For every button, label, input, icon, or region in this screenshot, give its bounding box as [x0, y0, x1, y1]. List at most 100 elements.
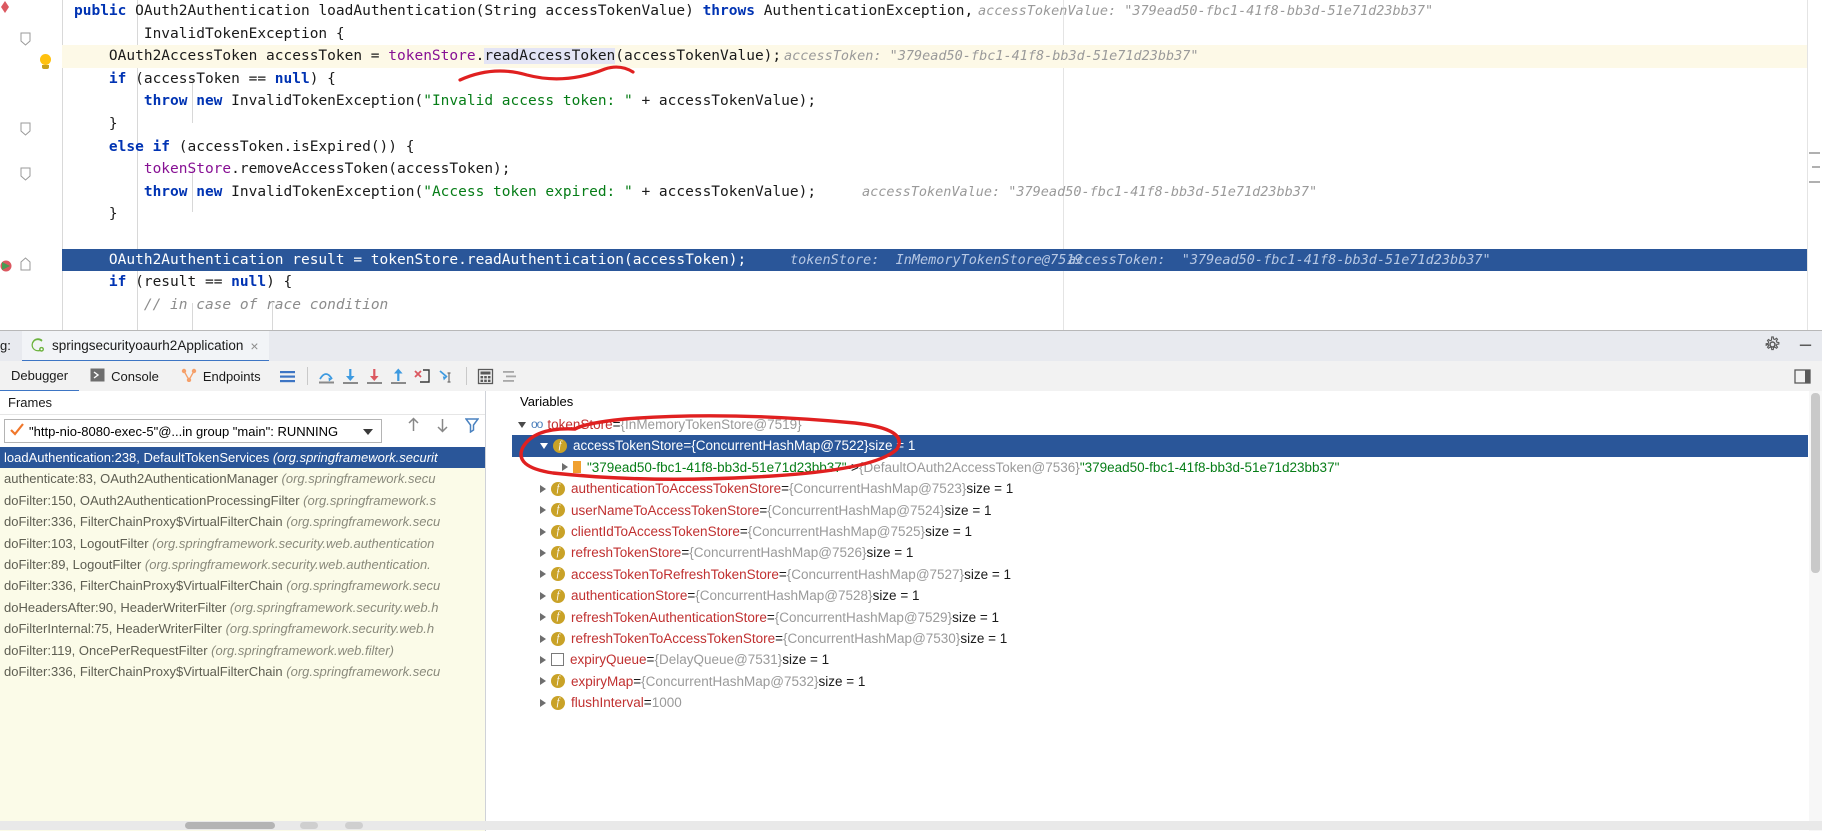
gear-icon[interactable] — [1764, 336, 1781, 356]
step-into-icon[interactable] — [339, 364, 363, 388]
code-fold-icon[interactable] — [20, 167, 31, 181]
debugger-toolbar[interactable]: Debugger Console Endpoints — [0, 361, 1822, 392]
chevron-right-icon[interactable] — [540, 655, 546, 664]
minimize-icon[interactable] — [1797, 336, 1814, 356]
bottom-scrollbar[interactable] — [0, 821, 1822, 830]
code-line[interactable]: throw new InvalidTokenException("Invalid… — [62, 90, 1822, 113]
code-line[interactable]: public OAuth2Authentication loadAuthenti… — [62, 0, 1822, 23]
frame-row[interactable]: doFilter:119, OncePerRequestFilter (org.… — [0, 640, 485, 661]
step-out-icon[interactable] — [387, 364, 411, 388]
chevron-down-icon[interactable] — [518, 421, 526, 428]
step-over-icon[interactable] — [315, 364, 339, 388]
code-lines[interactable]: public OAuth2Authentication loadAuthenti… — [62, 0, 1822, 330]
code-token: } — [74, 115, 118, 132]
chevron-right-icon[interactable] — [562, 463, 568, 472]
frames-side-actions[interactable] — [407, 417, 480, 436]
tab-console[interactable]: Console — [79, 362, 170, 391]
code-line[interactable]: // in case of race condition — [62, 294, 1822, 317]
frames-pane[interactable]: Frames "http-nio-8080-exec-5"@...in grou… — [0, 391, 486, 831]
run-to-cursor-icon[interactable] — [435, 364, 459, 388]
code-line[interactable]: OAuth2AccessToken accessToken = tokenSto… — [62, 45, 1822, 68]
settings-list-icon[interactable] — [498, 364, 522, 388]
code-line[interactable]: OAuth2Authentication result = tokenStore… — [62, 248, 1822, 272]
run-tabbar-actions[interactable] — [1764, 336, 1814, 356]
scrollbar-thumb[interactable] — [185, 822, 275, 829]
chevron-down-icon[interactable] — [363, 429, 373, 435]
arrow-down-icon[interactable] — [436, 417, 449, 436]
chevron-right-icon[interactable] — [540, 549, 546, 558]
code-fold-icon[interactable] — [20, 32, 31, 46]
variable-row[interactable]: f expiryMap = {ConcurrentHashMap@7532} si… — [512, 671, 1808, 692]
code-line[interactable]: } — [62, 203, 1822, 226]
run-tab-application[interactable]: springsecurityoaurh2Application × — [22, 331, 269, 362]
filter-icon[interactable] — [464, 417, 480, 436]
frame-row[interactable]: doFilter:150, OAuth2AuthenticationProces… — [0, 490, 485, 511]
frames-list[interactable]: loadAuthentication:238, DefaultTokenServ… — [0, 447, 485, 831]
variable-row[interactable]: expiryQueue = {DelayQueue@7531} size = 1 — [512, 649, 1808, 670]
close-icon[interactable]: × — [250, 338, 258, 354]
chevron-right-icon[interactable] — [540, 677, 546, 686]
chevron-down-icon[interactable] — [540, 443, 548, 450]
thread-selector[interactable]: "http-nio-8080-exec-5"@...in group "main… — [4, 419, 382, 443]
restore-layout-icon[interactable] — [1790, 364, 1814, 388]
layout-settings-icon[interactable] — [276, 364, 300, 388]
variable-row[interactable]: oo tokenStore = {InMemoryTokenStore@7519} — [512, 414, 1808, 435]
tab-endpoints[interactable]: Endpoints — [170, 362, 272, 391]
variable-row[interactable]: f authenticationToAccessTokenStore = {Con… — [512, 478, 1808, 499]
frame-row[interactable]: doFilter:336, FilterChainProxy$VirtualFi… — [0, 661, 485, 682]
variable-row[interactable]: f accessTokenStore = {ConcurrentHashMap@7… — [512, 435, 1808, 457]
chevron-right-icon[interactable] — [540, 591, 546, 600]
tab-debugger[interactable]: Debugger — [0, 361, 80, 392]
code-line[interactable]: else if (accessToken.isExpired()) { — [62, 136, 1822, 159]
variables-pane[interactable]: Variables oo tokenStore = {InMemoryTokenS… — [486, 391, 1822, 831]
code-line[interactable]: if (accessToken == null) { — [62, 68, 1822, 91]
code-line[interactable]: throw new InvalidTokenException("Access … — [62, 181, 1822, 204]
code-line[interactable]: if (result == null) { — [62, 271, 1822, 294]
arrow-up-icon[interactable] — [407, 417, 420, 436]
frame-row[interactable]: doFilter:336, FilterChainProxy$VirtualFi… — [0, 575, 485, 596]
run-tabbar[interactable]: g: springsecurityoaurh2Application × — [0, 331, 1822, 362]
code-editor[interactable]: public OAuth2Authentication loadAuthenti… — [0, 0, 1822, 330]
chevron-right-icon[interactable] — [540, 570, 546, 579]
chevron-right-icon[interactable] — [540, 698, 546, 707]
frame-row[interactable]: doHeadersAfter:90, HeaderWriterFilter (o… — [0, 597, 485, 618]
frame-row[interactable]: doFilterInternal:75, HeaderWriterFilter … — [0, 618, 485, 639]
frame-row[interactable]: authenticate:83, OAuth2AuthenticationMan… — [0, 468, 485, 489]
stripe-mark — [1809, 152, 1820, 154]
chevron-right-icon[interactable] — [540, 484, 546, 493]
chevron-right-icon[interactable] — [540, 613, 546, 622]
chevron-right-icon[interactable] — [540, 506, 546, 515]
code-line[interactable] — [62, 226, 1822, 249]
variable-row[interactable]: f refreshTokenStore = {ConcurrentHashMap@… — [512, 542, 1808, 563]
variable-row[interactable]: f refreshTokenAuthenticationStore = {Conc… — [512, 607, 1808, 628]
frame-row[interactable]: doFilter:89, LogoutFilter (org.springfra… — [0, 554, 485, 575]
variables-tree[interactable]: oo tokenStore = {InMemoryTokenStore@7519}… — [512, 414, 1808, 831]
code-line[interactable]: } — [62, 113, 1822, 136]
variable-row[interactable]: f authenticationStore = {ConcurrentHashMa… — [512, 585, 1808, 606]
evaluate-expression-icon[interactable] — [474, 364, 498, 388]
code-fold-icon[interactable] — [20, 122, 31, 136]
frame-row[interactable]: doFilter:103, LogoutFilter (org.springfr… — [0, 533, 485, 554]
drop-frame-icon[interactable] — [411, 364, 435, 388]
chevron-right-icon[interactable] — [540, 634, 546, 643]
variable-row[interactable]: f accessTokenToRefreshTokenStore = {Concu… — [512, 564, 1808, 585]
chevron-right-icon[interactable] — [540, 527, 546, 536]
editor-gutter[interactable] — [0, 0, 63, 330]
scrollbar-thumb[interactable] — [1811, 393, 1820, 573]
frame-row[interactable]: doFilter:336, FilterChainProxy$VirtualFi… — [0, 511, 485, 532]
frame-row[interactable]: loadAuthentication:238, DefaultTokenServ… — [0, 447, 485, 469]
code-line[interactable]: InvalidTokenException { — [62, 23, 1822, 46]
variable-row[interactable]: "379ead50-fbc1-41f8-bb3d-51e71d23bb37" -… — [512, 457, 1808, 478]
code-line[interactable]: tokenStore.removeAccessToken(accessToken… — [62, 158, 1822, 181]
debug-tool-window[interactable]: g: springsecurityoaurh2Application × Deb… — [0, 330, 1822, 831]
variable-row[interactable]: f userNameToAccessTokenStore = {Concurren… — [512, 500, 1808, 521]
editor-marker-stripe[interactable] — [1807, 0, 1822, 330]
variables-scrollbar[interactable] — [1809, 391, 1822, 831]
intention-bulb-icon[interactable] — [38, 54, 52, 70]
variable-row[interactable]: f clientIdToAccessTokenStore = {Concurren… — [512, 521, 1808, 542]
variable-row[interactable]: f refreshTokenToAccessTokenStore = {Concu… — [512, 628, 1808, 649]
variable-row[interactable]: f flushInterval = 1000 — [512, 692, 1808, 713]
code-fold-icon[interactable] — [20, 257, 31, 271]
force-step-into-icon[interactable] — [363, 364, 387, 388]
variable-size: size = 1 — [960, 630, 1008, 646]
